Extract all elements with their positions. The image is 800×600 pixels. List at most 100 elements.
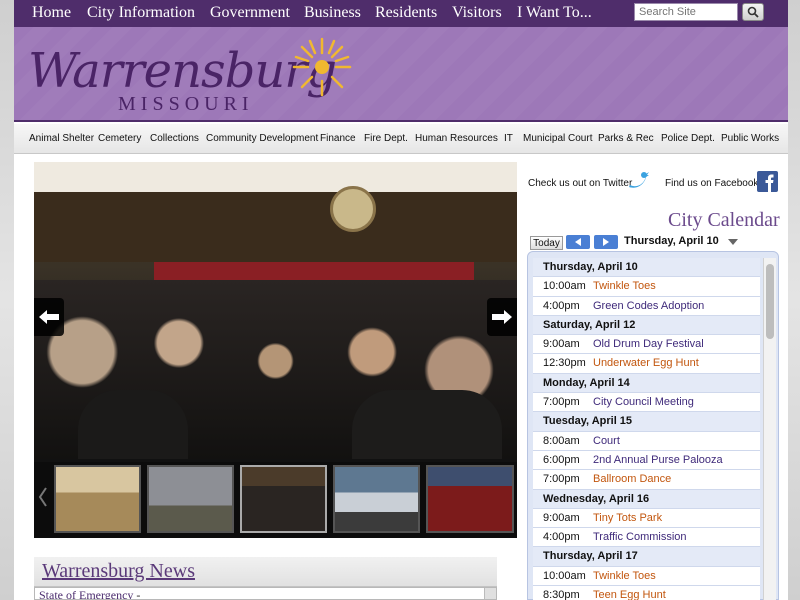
calendar-event-title[interactable]: Traffic Commission bbox=[593, 531, 687, 543]
news-item: State of Emergency - bbox=[39, 588, 140, 599]
calendar-today-button[interactable]: Today bbox=[530, 236, 563, 250]
page-container: Home City Information Government Busines… bbox=[14, 0, 788, 600]
calendar-day-label: Thursday, April 10 bbox=[543, 261, 638, 273]
facebook-icon[interactable] bbox=[757, 171, 778, 192]
dept-police[interactable]: Police Dept. bbox=[661, 133, 715, 144]
calendar-scroll-thumb[interactable] bbox=[766, 264, 774, 339]
calendar-event-time: 4:00pm bbox=[543, 531, 580, 544]
calendar-event-title[interactable]: Underwater Egg Hunt bbox=[593, 357, 699, 369]
dept-human-resources[interactable]: Human Resources bbox=[415, 133, 498, 144]
dept-collections[interactable]: Collections bbox=[150, 133, 199, 144]
dept-community-development[interactable]: Community Development bbox=[206, 133, 318, 144]
twitter-bird-icon[interactable] bbox=[628, 171, 650, 191]
calendar-day-header: Thursday, April 17 bbox=[533, 547, 760, 567]
facebook-f-glyph-icon bbox=[765, 174, 774, 192]
calendar-event-row[interactable]: 10:00am Twinkle Toes bbox=[533, 277, 760, 297]
dept-animal-shelter[interactable]: Animal Shelter bbox=[29, 133, 94, 144]
thumbnail-strip bbox=[34, 462, 517, 538]
slideshow-prev-button[interactable] bbox=[34, 298, 64, 336]
dept-finance[interactable]: Finance bbox=[320, 133, 356, 144]
calendar-event-row[interactable]: 8:00am Court bbox=[533, 431, 760, 451]
calendar-event-title[interactable]: Court bbox=[593, 435, 620, 447]
facebook-link[interactable]: Find us on Facebook bbox=[665, 178, 758, 189]
news-list: State of Emergency - bbox=[34, 587, 497, 600]
nav-i-want-to[interactable]: I Want To... bbox=[517, 4, 592, 22]
calendar-next-button[interactable] bbox=[594, 235, 618, 249]
calendar-day-header: Thursday, April 10 bbox=[533, 258, 760, 278]
calendar-day-label: Monday, April 14 bbox=[543, 376, 630, 389]
triangle-left-icon bbox=[575, 238, 581, 246]
calendar-event-row[interactable]: 12:30pm Underwater Egg Hunt bbox=[533, 354, 760, 374]
calendar-event-row[interactable]: 10:00am Twinkle Toes bbox=[533, 566, 760, 587]
slideshow-next-button[interactable] bbox=[487, 298, 517, 336]
calendar-event-time: 6:00pm bbox=[543, 453, 580, 466]
calendar-agenda-panel: Thursday, April 10 10:00am Twinkle Toes 4:0… bbox=[527, 251, 779, 600]
news-title[interactable]: Warrensburg News bbox=[42, 560, 195, 583]
calendar-scrollbar[interactable] bbox=[763, 258, 776, 600]
dept-it[interactable]: IT bbox=[504, 133, 513, 144]
twitter-link[interactable]: Check us out on Twitter bbox=[528, 178, 632, 189]
news-item-link[interactable]: State of Emergency bbox=[39, 588, 133, 599]
calendar-day-header: Monday, April 14 bbox=[533, 373, 760, 394]
seal-emblem bbox=[330, 186, 376, 232]
calendar-event-time: 9:00am bbox=[543, 511, 580, 524]
dept-cemetery[interactable]: Cemetery bbox=[98, 133, 141, 144]
calendar-event-title[interactable]: Old Drum Day Festival bbox=[593, 338, 704, 350]
dept-public-works[interactable]: Public Works bbox=[721, 133, 779, 144]
calendar-event-time: 12:30pm bbox=[543, 357, 586, 370]
calendar-event-row[interactable]: 9:00am Tiny Tots Park bbox=[533, 508, 760, 529]
calendar-event-title[interactable]: Twinkle Toes bbox=[593, 280, 656, 292]
calendar-event-time: 9:00am bbox=[543, 338, 580, 351]
calendar-dropdown-icon[interactable] bbox=[728, 239, 738, 245]
nav-business[interactable]: Business bbox=[304, 4, 361, 22]
nav-residents[interactable]: Residents bbox=[375, 4, 437, 22]
calendar-event-title[interactable]: Tiny Tots Park bbox=[593, 512, 662, 524]
calendar-title: City Calendar bbox=[668, 209, 780, 231]
nav-visitors[interactable]: Visitors bbox=[452, 4, 502, 22]
calendar-day-label: Saturday, April 12 bbox=[543, 318, 636, 331]
nav-home[interactable]: Home bbox=[32, 4, 71, 22]
search-input[interactable] bbox=[634, 3, 738, 21]
site-banner: Warrensburg MISSOURI bbox=[14, 27, 788, 122]
dept-parks-rec[interactable]: Parks & Rec bbox=[598, 133, 654, 144]
site-logo-state: MISSOURI bbox=[118, 93, 254, 115]
calendar-event-title[interactable]: City Council Meeting bbox=[593, 396, 694, 408]
calendar-event-row[interactable]: 4:00pm Traffic Commission bbox=[533, 528, 760, 548]
calendar-day-header: Tuesday, April 15 bbox=[533, 412, 760, 432]
calendar-event-row[interactable]: 8:30pm Teen Egg Hunt bbox=[533, 586, 760, 600]
calendar-event-time: 8:30pm bbox=[543, 589, 580, 600]
thumbnail-3[interactable] bbox=[240, 465, 327, 533]
nav-government[interactable]: Government bbox=[210, 4, 290, 22]
calendar-prev-button[interactable] bbox=[566, 235, 590, 249]
calendar-event-row[interactable]: 9:00am Old Drum Day Festival bbox=[533, 335, 760, 355]
thumbnail-prev-icon[interactable] bbox=[38, 486, 48, 508]
calendar-event-time: 4:00pm bbox=[543, 299, 580, 312]
slideshow-main-photo bbox=[34, 162, 517, 459]
thumbnail-5[interactable] bbox=[426, 465, 514, 533]
calendar-day-header: Wednesday, April 16 bbox=[533, 489, 760, 509]
calendar-event-title[interactable]: 2nd Annual Purse Palooza bbox=[593, 454, 723, 466]
calendar-event-time: 7:00pm bbox=[543, 473, 580, 486]
triangle-right-icon bbox=[603, 238, 609, 246]
search-button[interactable] bbox=[742, 3, 764, 21]
calendar-event-time: 7:00pm bbox=[543, 396, 580, 409]
nav-city-information[interactable]: City Information bbox=[87, 4, 195, 22]
calendar-event-title[interactable]: Green Codes Adoption bbox=[593, 300, 704, 312]
calendar-event-title[interactable]: Teen Egg Hunt bbox=[593, 589, 666, 600]
news-scrollbar[interactable] bbox=[484, 588, 496, 599]
calendar-day-label: Wednesday, April 16 bbox=[543, 492, 650, 505]
thumbnail-4[interactable] bbox=[333, 465, 420, 533]
calendar-event-title[interactable]: Twinkle Toes bbox=[593, 570, 656, 582]
calendar-event-row[interactable]: 4:00pm Green Codes Adoption bbox=[533, 296, 760, 316]
top-navigation: Home City Information Government Busines… bbox=[14, 0, 788, 27]
calendar-event-title[interactable]: Ballroom Dance bbox=[593, 473, 671, 485]
dept-fire[interactable]: Fire Dept. bbox=[364, 133, 408, 144]
news-header: Warrensburg News bbox=[34, 557, 497, 587]
calendar-event-row[interactable]: 7:00pm City Council Meeting bbox=[533, 393, 760, 413]
calendar-event-row[interactable]: 6:00pm 2nd Annual Purse Palooza bbox=[533, 450, 760, 471]
dept-municipal-court[interactable]: Municipal Court bbox=[523, 133, 592, 144]
thumbnail-1[interactable] bbox=[54, 465, 141, 533]
calendar-event-row[interactable]: 7:00pm Ballroom Dance bbox=[533, 470, 760, 490]
thumbnail-2[interactable] bbox=[147, 465, 234, 533]
calendar-event-time: 10:00am bbox=[543, 569, 586, 582]
